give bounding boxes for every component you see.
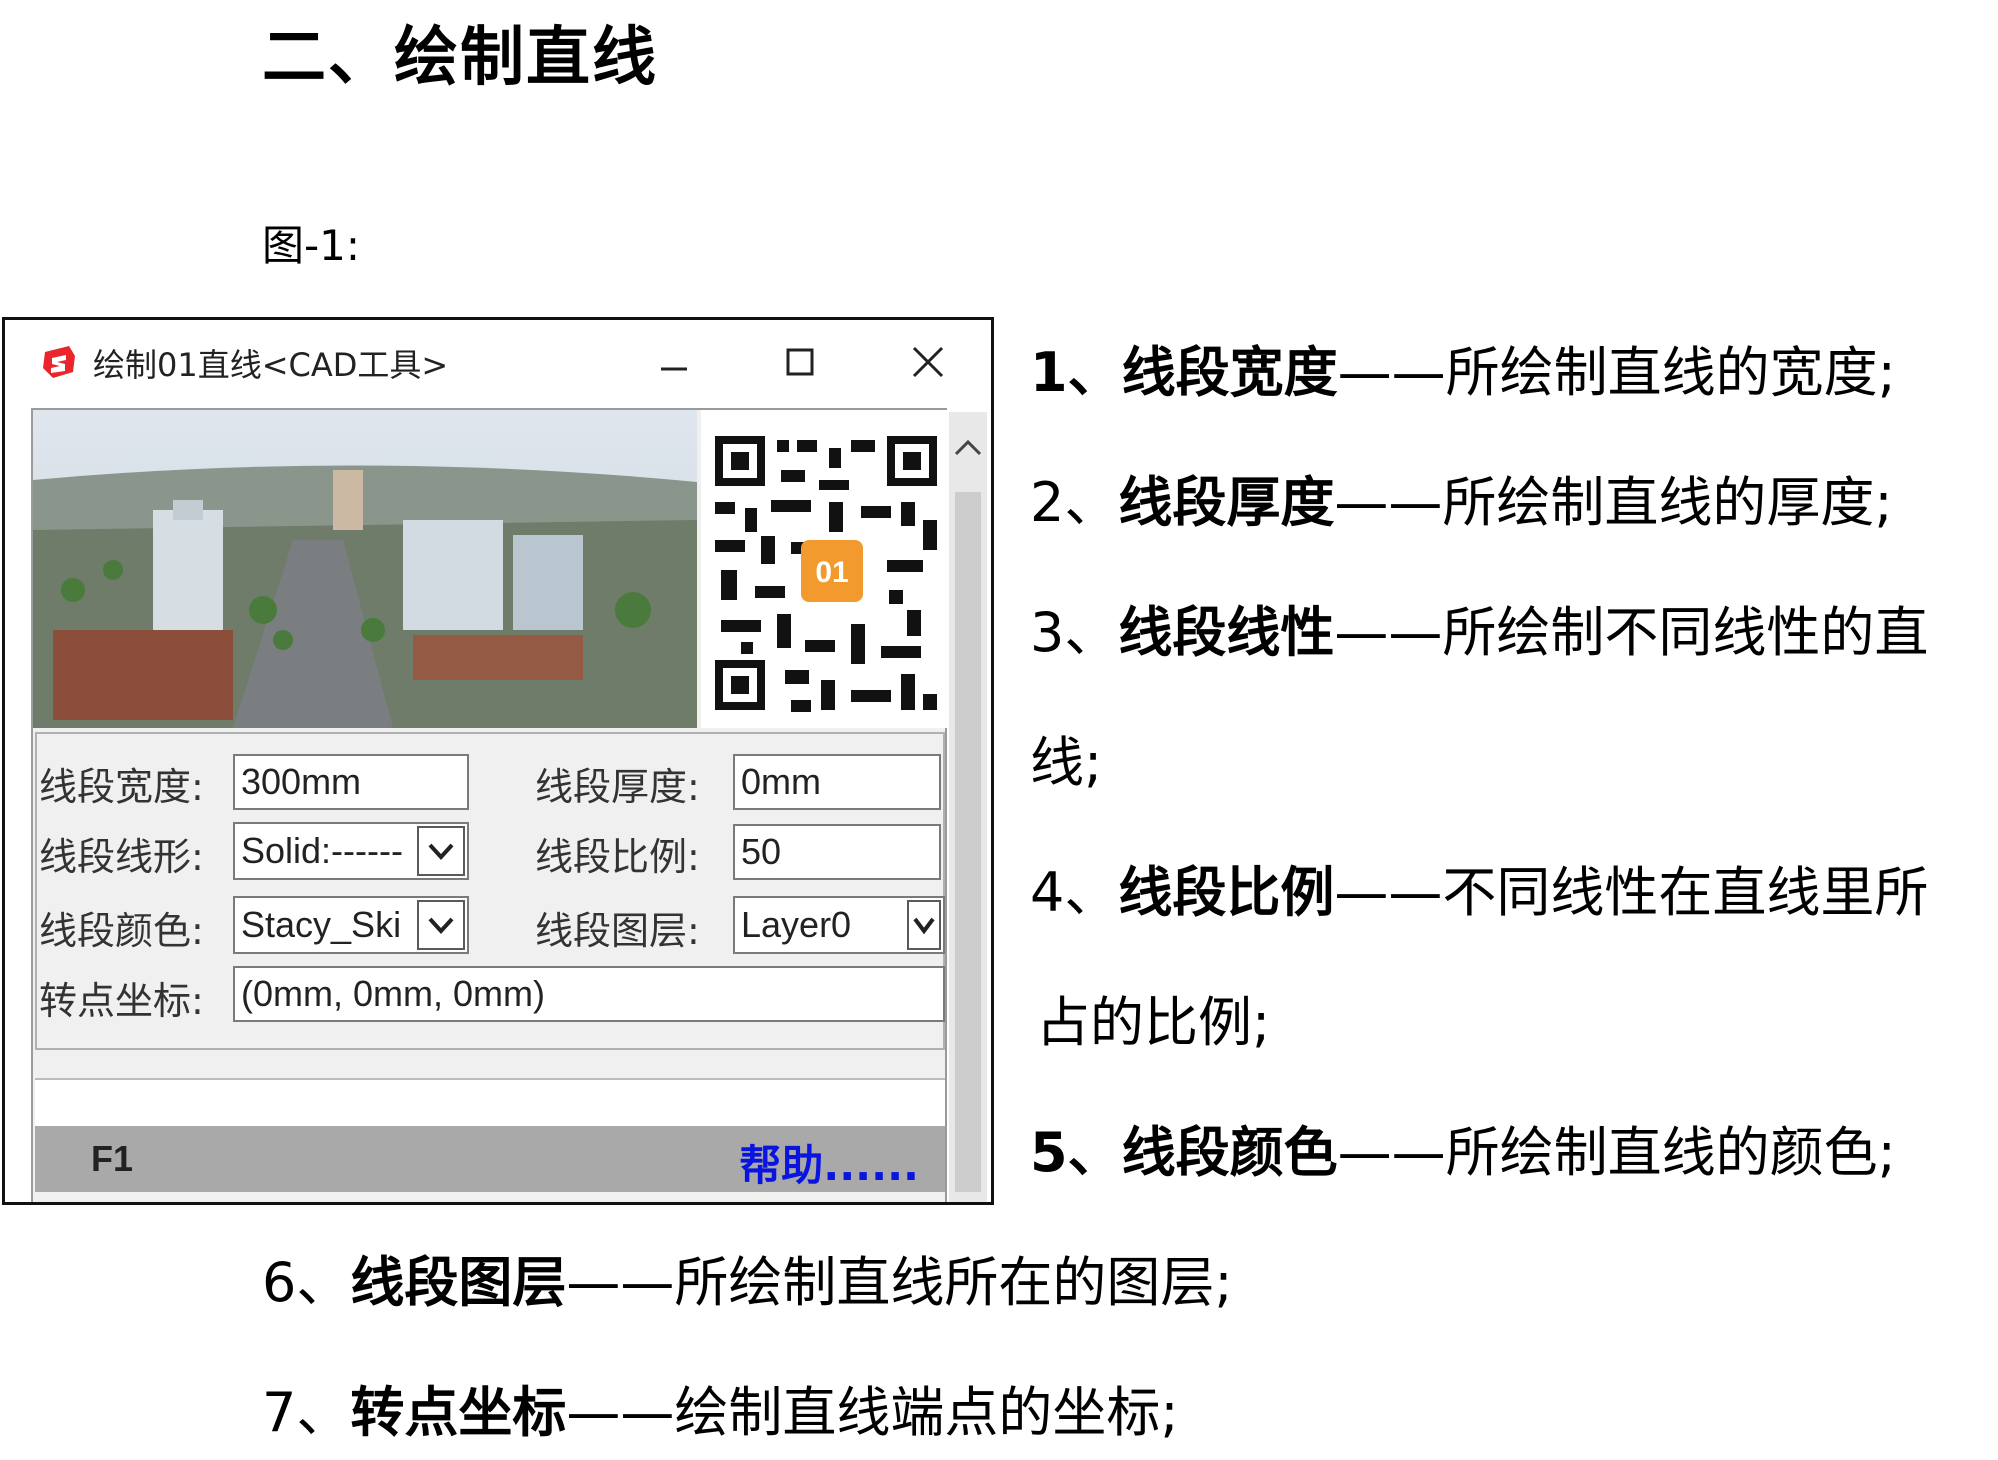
item-number: 6、: [262, 1251, 351, 1314]
chevron-down-icon: [913, 917, 935, 935]
width-input[interactable]: 300mm: [233, 754, 469, 810]
layer-label: 线段图层:: [535, 909, 700, 953]
item-dash: ——: [566, 1381, 675, 1444]
item-desc: 所绘制直线的厚度;: [1442, 471, 1893, 534]
color-value: Stacy_Ski: [241, 904, 402, 945]
item-term: 线段图层: [350, 1251, 567, 1314]
sketchup-logo-icon: [43, 346, 75, 378]
item-dash: ——: [1334, 601, 1443, 664]
item-4-continued: 占的比例;: [1036, 991, 1271, 1054]
item-term: 线段线性: [1118, 601, 1335, 664]
item-3-continued: 线;: [1030, 731, 1103, 794]
vertical-scrollbar[interactable]: [949, 412, 987, 1202]
item-6: 6、线段图层——所绘制直线所在的图层;: [262, 1256, 1233, 1310]
item-desc: 所绘制直线的颜色;: [1445, 1121, 1896, 1184]
status-bar: F1 帮助......: [35, 1126, 945, 1192]
item-3: 3、线段线性——所绘制不同线性的直: [1030, 606, 1928, 660]
item-desc: 绘制直线端点的坐标;: [674, 1381, 1179, 1444]
item-term: 转点坐标: [350, 1381, 567, 1444]
scroll-up-icon: [954, 439, 982, 456]
item-term: 线段颜色: [1121, 1121, 1338, 1184]
close-button[interactable]: [893, 332, 963, 392]
item-4: 4、线段比例——不同线性在直线里所: [1030, 866, 1928, 920]
layer-dropdown-button[interactable]: [907, 900, 941, 950]
qr-badge-text: 01: [815, 556, 848, 589]
scroll-up-button[interactable]: [949, 412, 987, 484]
item-term: 线段比例: [1118, 861, 1335, 924]
item-number: 2、: [1030, 471, 1119, 534]
maximize-icon: [786, 348, 814, 376]
line-properties-panel: 线段宽度: 300mm 线段厚度: 0mm 线段线形: Solid:------…: [35, 732, 945, 1050]
item-desc: 所绘制直线所在的图层;: [674, 1251, 1233, 1314]
item-number: 5、: [1030, 1121, 1122, 1184]
layer-value: Layer0: [741, 904, 852, 945]
item-desc: 所绘制不同线性的直: [1442, 601, 1929, 664]
item-number: 3、: [1030, 601, 1119, 664]
scroll-thumb[interactable]: [955, 492, 981, 1192]
item-term: 线段厚度: [1118, 471, 1335, 534]
linetype-dropdown-button[interactable]: [417, 826, 465, 876]
item-number: 1、: [1030, 341, 1122, 404]
item-1: 1、线段宽度——所绘制直线的宽度;: [1030, 346, 1896, 400]
help-link[interactable]: 帮助......: [739, 1132, 919, 1193]
item-dash: ——: [1337, 341, 1446, 404]
item-2: 2、线段厚度——所绘制直线的厚度;: [1030, 476, 1893, 530]
width-label: 线段宽度:: [39, 765, 204, 809]
minimize-button[interactable]: [639, 332, 709, 392]
draw-line-dialog: 绘制01直线<CAD工具> 01 线段宽度: 300mm 线段厚度: 0mm 线…: [2, 317, 994, 1205]
maximize-button[interactable]: [765, 332, 835, 392]
item-number: 4、: [1030, 861, 1119, 924]
chevron-down-icon: [428, 917, 454, 934]
item-number: 7、: [262, 1381, 351, 1444]
item-desc: 不同线性在直线里所: [1442, 861, 1929, 924]
close-icon: [912, 346, 944, 378]
item-dash: ——: [1337, 1121, 1446, 1184]
qr-code-image: 01: [701, 410, 947, 728]
item-dash: ——: [1334, 471, 1443, 534]
thickness-input[interactable]: 0mm: [733, 754, 941, 810]
coord-input[interactable]: (0mm, 0mm, 0mm): [233, 966, 945, 1022]
item-desc: 所绘制直线的宽度;: [1445, 341, 1896, 404]
item-7: 7、转点坐标——绘制直线端点的坐标;: [262, 1386, 1179, 1440]
item-dash: ——: [1334, 861, 1443, 924]
linetype-label: 线段线形:: [39, 835, 204, 879]
f1-hint: F1: [91, 1138, 134, 1179]
scale-input[interactable]: 50: [733, 824, 941, 880]
city-rendering-image: [33, 410, 697, 728]
chevron-down-icon: [428, 843, 454, 860]
coord-label: 转点坐标:: [39, 979, 204, 1023]
item-dash: ——: [566, 1251, 675, 1314]
color-select[interactable]: Stacy_Ski: [233, 896, 469, 954]
dialog-title: 绘制01直线<CAD工具>: [93, 346, 449, 384]
color-label: 线段颜色:: [39, 909, 204, 953]
figure-label: 图-1:: [262, 221, 361, 270]
blank-strip: [35, 1078, 945, 1126]
minimize-icon: [661, 367, 687, 371]
linetype-value: Solid:------: [241, 830, 403, 871]
color-dropdown-button[interactable]: [417, 900, 465, 950]
dialog-titlebar: 绘制01直线<CAD工具>: [5, 320, 991, 404]
item-term: 线段宽度: [1121, 341, 1338, 404]
thickness-label: 线段厚度:: [535, 765, 700, 809]
item-5: 5、线段颜色——所绘制直线的颜色;: [1030, 1126, 1896, 1180]
linetype-select[interactable]: Solid:------: [233, 822, 469, 880]
section-heading: 二、绘制直线: [262, 21, 658, 95]
dialog-client-area: 01 线段宽度: 300mm 线段厚度: 0mm 线段线形: Solid:---…: [31, 408, 947, 1202]
scale-label: 线段比例:: [535, 835, 700, 879]
layer-select[interactable]: Layer0: [733, 896, 945, 954]
